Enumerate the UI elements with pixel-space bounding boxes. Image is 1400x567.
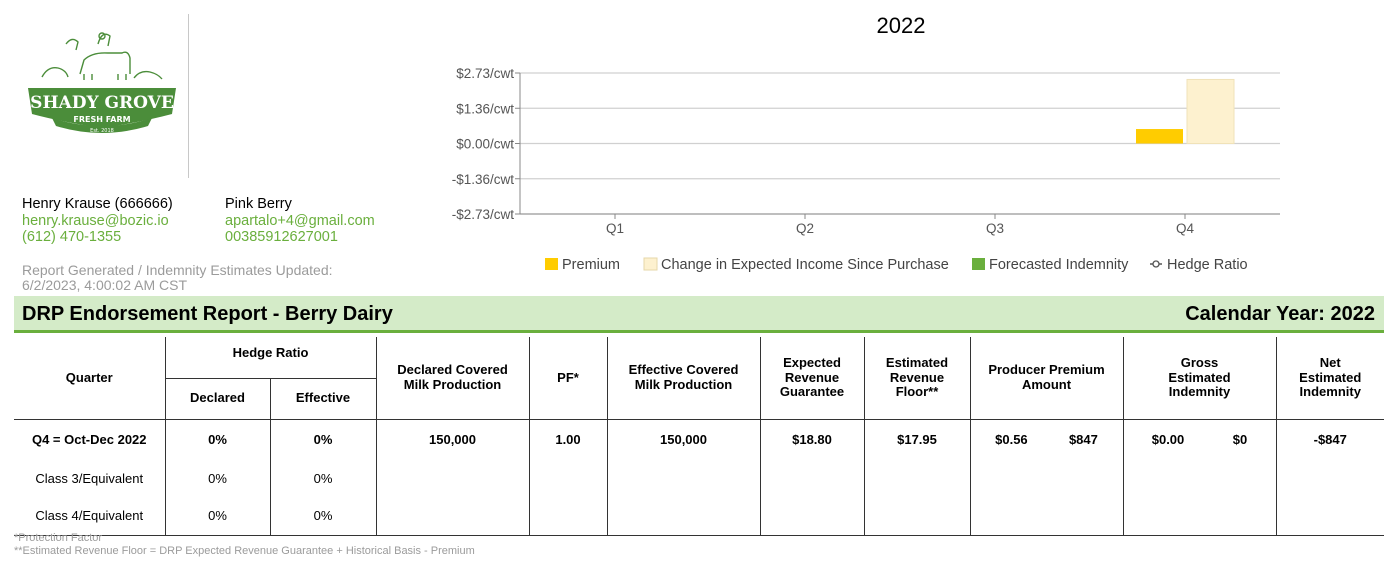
legend-swatch — [972, 258, 985, 270]
cell-expected-revenue: $18.80 — [759, 419, 864, 459]
contact-email[interactable]: apartalo+4@gmail.com — [225, 213, 375, 230]
header-hedge-ratio: Hedge Ratio — [164, 337, 376, 379]
gross-per-cwt: $0.00 — [1151, 431, 1185, 447]
cell-net-indemnity: -$847 — [1275, 419, 1384, 459]
header-effective: Effective — [269, 377, 376, 420]
cell-declared: 0% — [164, 459, 270, 497]
x-tick-label: Q3 — [986, 221, 1004, 236]
header-divider — [188, 14, 189, 178]
calendar-year: Calendar Year: 2022 — [1185, 303, 1375, 325]
cell-declared: 0% — [164, 419, 270, 459]
contact-agent: Henry Krause (666666) henry.krause@bozic… — [22, 196, 173, 246]
header-gross-indemnity: Gross Estimated Indemnity — [1122, 337, 1276, 420]
cell-quarter: Class 4/Equivalent — [14, 497, 165, 536]
endorsement-table: Quarter Hedge Ratio Declared Covered Mil… — [14, 337, 1384, 536]
cell-producer-premium: $0.56 $847 — [969, 419, 1123, 459]
header-pf: PF* — [528, 337, 607, 420]
header-declared: Declared — [164, 377, 270, 420]
legend-swatch — [545, 258, 558, 270]
table-row: Class 3/Equivalent 0% 0% — [14, 459, 1384, 497]
legend-label[interactable]: Hedge Ratio — [1167, 257, 1248, 273]
cell-quarter: Class 3/Equivalent — [35, 470, 144, 486]
premium-total: $847 — [1068, 431, 1098, 447]
contact-name: Henry Krause (666666) — [22, 196, 173, 212]
premium-per-cwt: $0.56 — [995, 431, 1028, 447]
footnote-pf: *Protection Factor — [14, 532, 103, 544]
cell-declared-covered: 150,000 — [375, 419, 529, 459]
cell-effective: 0% — [269, 459, 376, 497]
header-declared-covered: Declared Covered Milk Production — [375, 337, 529, 420]
legend-label[interactable]: Change in Expected Income Since Purchase — [661, 257, 949, 273]
gross-total: $0 — [1232, 431, 1248, 447]
header-producer-premium: Producer Premium Amount — [969, 337, 1123, 420]
y-tick-label: $0.00/cwt — [456, 137, 514, 152]
header-quarter: Quarter — [14, 337, 165, 420]
header-estimated-floor: Estimated Revenue Floor** — [863, 337, 970, 420]
cell-declared: 0% — [164, 497, 270, 536]
cell-effective-covered: 150,000 — [606, 419, 760, 459]
chart-svg: 2022 $2.73/cwt $1.36/cwt $0.00/cwt -$1.36/c… — [452, 13, 1280, 273]
header-effective-covered: Effective Covered Milk Production — [606, 337, 760, 420]
contact-producer: Pink Berry apartalo+4@gmail.com 00385912… — [225, 196, 375, 246]
y-tick-label: $1.36/cwt — [456, 101, 514, 116]
logo-sub: FRESH FARM — [73, 115, 130, 124]
cell-effective: 0% — [269, 497, 376, 536]
x-tick-label: Q2 — [796, 221, 814, 236]
cell-gross-indemnity: $0.00 $0 — [1122, 419, 1276, 459]
chart-title: 2022 — [877, 13, 926, 38]
footnote-floor: **Estimated Revenue Floor = DRP Expected… — [14, 545, 475, 557]
table-row: Q4 = Oct-Dec 2022 0% 0% 150,000 1.00 150… — [14, 419, 1384, 459]
cell-quarter: Q4 = Oct-Dec 2022 — [31, 431, 147, 447]
y-tick-label: -$1.36/cwt — [452, 172, 515, 187]
legend-marker — [1152, 260, 1160, 268]
cell-effective: 0% — [269, 419, 376, 459]
logo-name: SHADY GROVE — [30, 93, 174, 113]
x-tick-label: Q4 — [1176, 221, 1195, 236]
report-banner: DRP Endorsement Report - Berry Dairy Cal… — [14, 296, 1384, 333]
x-tick-label: Q1 — [606, 221, 624, 236]
report-generated-label: Report Generated / Indemnity Estimates U… — [22, 262, 333, 278]
cell-estimated-floor: $17.95 — [863, 419, 970, 459]
report-title: DRP Endorsement Report - Berry Dairy — [22, 303, 393, 325]
contact-email[interactable]: henry.krause@bozic.io — [22, 213, 173, 230]
bar-premium — [1136, 129, 1183, 144]
report-generated: Report Generated / Indemnity Estimates U… — [22, 263, 382, 293]
quarterly-chart: 2022 $2.73/cwt $1.36/cwt $0.00/cwt -$1.36/c… — [420, 0, 1380, 290]
farm-logo-graphic: SHADY GROVE FRESH FARM Est. 2018 — [28, 32, 176, 134]
report-generated-value: 6/2/2023, 4:00:02 AM CST — [22, 277, 187, 293]
contact-phone[interactable]: 00385912627001 — [225, 229, 375, 246]
contact-phone[interactable]: (612) 470-1355 — [22, 229, 173, 246]
legend-label[interactable]: Forecasted Indemnity — [989, 257, 1129, 273]
header-expected-revenue: Expected Revenue Guarantee — [759, 337, 864, 420]
bar-change-in-expected-income-since-purchase — [1186, 78, 1235, 144]
logo-est: Est. 2018 — [90, 128, 114, 134]
cell-pf: 1.00 — [528, 419, 607, 459]
y-tick-label: -$2.73/cwt — [452, 207, 515, 222]
legend-label[interactable]: Premium — [562, 257, 620, 273]
legend-swatch — [643, 257, 658, 271]
farm-logo: SHADY GROVE FRESH FARM Est. 2018 — [22, 22, 182, 142]
contact-name: Pink Berry — [225, 196, 292, 212]
y-tick-label: $2.73/cwt — [456, 66, 514, 81]
footnotes: *Protection Factor **Estimated Revenue F… — [14, 532, 475, 558]
table-row: Class 4/Equivalent 0% 0% — [14, 497, 1384, 536]
header-net-indemnity: Net Estimated Indemnity — [1275, 337, 1384, 420]
